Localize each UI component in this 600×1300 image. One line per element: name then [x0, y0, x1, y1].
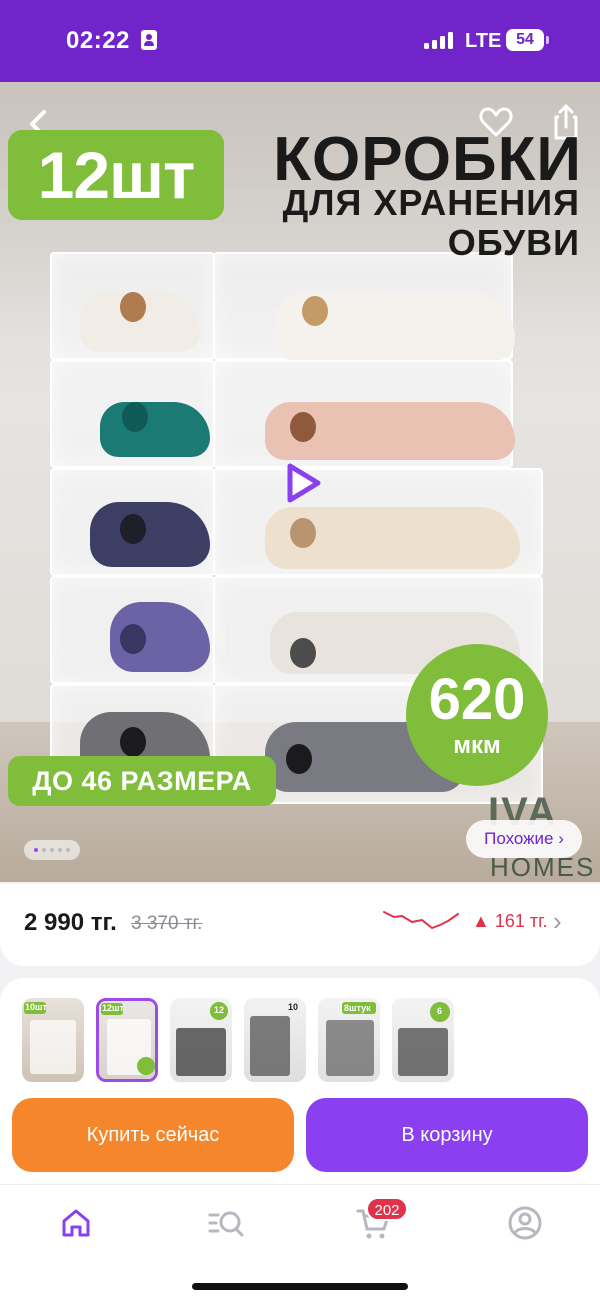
image-pager: [24, 840, 80, 860]
pager-dot: [66, 848, 70, 852]
thumbnail-label: 6: [437, 1006, 443, 1016]
profile-icon: [508, 1206, 542, 1240]
thumbnail-2[interactable]: 12шт: [96, 998, 158, 1082]
similar-button[interactable]: Похожие ›: [466, 820, 582, 858]
quantity-badge: 12шт: [8, 130, 224, 220]
image-title-line2: ДЛЯ ХРАНЕНИЯ: [282, 182, 580, 223]
cart-count-badge: 202: [366, 1197, 408, 1221]
thumbnail-5[interactable]: 8штук: [318, 998, 380, 1082]
product-image[interactable]: 12шт КОРОБКИ ДЛЯ ХРАНЕНИЯ ОБУВИ 620 мкм …: [0, 82, 600, 882]
thickness-unit: мкм: [453, 732, 501, 759]
tab-home[interactable]: [56, 1203, 96, 1243]
person-icon: [141, 30, 157, 50]
thumbnail-1[interactable]: 10шт: [22, 998, 84, 1082]
bottom-tab-bar: 202: [0, 1184, 600, 1300]
status-time: 02:22: [66, 27, 130, 54]
thumbnail-label: 12шт: [102, 1003, 124, 1013]
chevron-right-icon[interactable]: ›: [553, 906, 562, 937]
image-title-line3: ОБУВИ: [447, 222, 580, 263]
add-to-cart-button[interactable]: В корзину: [306, 1098, 588, 1172]
battery-icon: 54: [506, 29, 544, 51]
network-type: LTE: [465, 30, 502, 52]
thumbnail-3[interactable]: 12: [170, 998, 232, 1082]
price-history-sparkline: [383, 911, 459, 929]
thumbnail-6[interactable]: 6: [392, 998, 454, 1082]
buy-now-button[interactable]: Купить сейчас: [12, 1098, 294, 1172]
home-indicator: [192, 1283, 408, 1290]
thumbnail-label: 8штук: [344, 1003, 371, 1013]
play-video-button[interactable]: [282, 460, 324, 506]
thumbnail-label: 10: [288, 1002, 299, 1012]
thumbnail-label: 12: [214, 1005, 225, 1015]
home-icon: [62, 1209, 90, 1237]
pager-dot: [42, 848, 46, 852]
price-current: 2 990 тг.: [24, 909, 117, 936]
signal-icon: [424, 31, 454, 49]
size-badge: ДО 46 РАЗМЕРА: [8, 756, 276, 806]
thumbnail-label: 10шт: [25, 1002, 47, 1012]
play-icon: [287, 463, 321, 503]
status-bar: 02:22 LTE 54: [0, 0, 600, 82]
pager-dot: [50, 848, 54, 852]
price-change: ▲ 161 тг.: [472, 911, 548, 931]
price-old: 3 370 тг.: [131, 913, 203, 934]
tab-profile[interactable]: [505, 1203, 545, 1243]
pager-dot: [58, 848, 62, 852]
catalog-search-icon: [208, 1211, 244, 1237]
tab-catalog[interactable]: [206, 1203, 246, 1243]
battery-tip: [546, 36, 549, 44]
thickness-badge: 620 мкм: [406, 644, 548, 786]
thumbnail-4[interactable]: 10: [244, 998, 306, 1082]
price-section[interactable]: 2 990 тг. 3 370 тг. ▲ 161 тг. ›: [0, 884, 600, 966]
thickness-value: 620: [428, 667, 526, 732]
pager-dot: [34, 848, 38, 852]
